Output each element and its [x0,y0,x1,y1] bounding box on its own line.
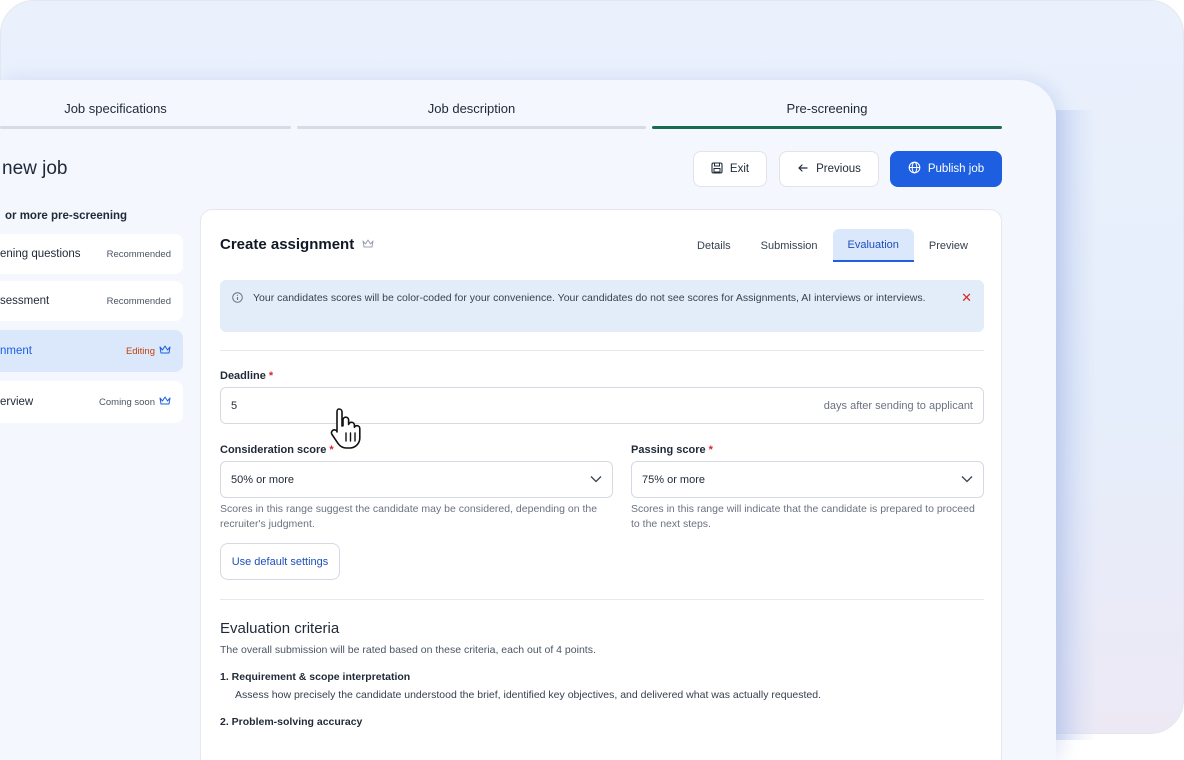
notice-text: Your candidates scores will be color-cod… [253,292,926,304]
passing-score-label: Passing score * [631,444,713,456]
publish-label: Publish job [927,163,985,175]
previous-label: Previous [816,163,861,175]
chevron-down-icon [590,474,602,486]
info-notice: Your candidates scores will be color-cod… [220,280,984,332]
step-label: Job specifications [64,101,167,116]
passing-label-text: Passing score [631,444,706,456]
deadline-label: Deadline * [220,370,273,382]
sidebar-item-label: nment [0,345,32,357]
use-default-settings-button[interactable]: Use default settings [220,543,340,580]
evaluation-criteria-subtitle: The overall submission will be rated bas… [220,644,596,656]
criterion-title: 1. Requirement & scope interpretation [220,671,411,683]
sidebar-heading: or more pre-screening [5,210,128,222]
save-icon [711,161,723,177]
consideration-label-text: Consideration score [220,444,327,456]
app-window: Job specifications Job description Pre-s… [0,80,1056,760]
coming-soon-label: Coming soon [99,396,155,408]
crown-icon [159,396,171,409]
info-icon [232,292,243,308]
crown-icon [159,345,171,358]
crown-icon [362,236,374,253]
card-title: Create assignment [220,236,374,253]
required-mark: * [708,444,713,456]
consideration-help: Scores in this range suggest the candida… [220,503,598,530]
step-label: Pre-screening [786,101,868,116]
arrow-left-icon [797,162,809,177]
chevron-down-icon [961,474,973,486]
sidebar-item-label: erview [0,396,34,408]
previous-button[interactable]: Previous [779,151,879,187]
step-progress-bar [652,126,1002,129]
exit-label: Exit [729,163,750,175]
divider [220,350,984,351]
globe-icon [908,161,921,177]
passing-help: Scores in this range will indicate that … [631,503,975,530]
deadline-label-text: Deadline [220,370,266,382]
required-mark: * [268,370,274,382]
recommended-tag: Recommended [106,248,171,260]
criterion-title: 2. Problem-solving accuracy [220,716,363,728]
editing-tag: Editing [126,345,171,358]
step-progress-bar [297,126,646,129]
exit-button[interactable]: Exit [693,151,767,187]
window-shadow [1056,110,1096,740]
consideration-score-select[interactable]: 50% or more [220,461,613,498]
assignment-tabs: Details Submission Evaluation Preview [682,229,983,262]
card-title-text: Create assignment [220,236,355,253]
create-assignment-card: Create assignment Details Submission Eva… [200,209,1002,760]
hand-pointer-icon [329,405,371,456]
sidebar-item-interview[interactable]: erview Coming soon [0,381,183,423]
publish-job-button[interactable]: Publish job [890,151,1002,187]
recommended-tag: Recommended [106,295,171,307]
tab-submission[interactable]: Submission [746,229,833,262]
sidebar-item-screening-questions[interactable]: ening questions Recommended [0,234,183,274]
close-icon[interactable]: ✕ [961,290,972,305]
step-pre-screening[interactable]: Pre-screening [652,80,1002,132]
step-job-description[interactable]: Job description [297,80,646,132]
step-job-specifications[interactable]: Job specifications [0,80,291,132]
deadline-suffix: days after sending to applicant [823,399,973,412]
passing-value: 75% or more [642,473,705,486]
tab-details[interactable]: Details [682,229,746,262]
step-progress-bar [0,126,291,129]
sidebar-item-assignment[interactable]: nment Editing [0,330,183,372]
tab-preview[interactable]: Preview [914,229,983,262]
evaluation-criteria-title: Evaluation criteria [220,620,340,637]
deadline-value: 5 [231,399,238,412]
page-title: new job [2,158,68,179]
coming-soon-tag: Coming soon [99,396,171,409]
sidebar-item-assessment[interactable]: sessment Recommended [0,281,183,321]
consideration-value: 50% or more [231,473,294,486]
editing-tag-label: Editing [125,345,155,357]
passing-score-select[interactable]: 75% or more [631,461,984,498]
tab-evaluation[interactable]: Evaluation [832,229,914,262]
consideration-score-label: Consideration score * [220,444,334,456]
step-label: Job description [427,101,516,116]
sidebar-item-label: sessment [0,295,50,307]
sidebar-item-label: ening questions [0,248,81,260]
divider [220,599,984,600]
criterion-description: Assess how precisely the candidate under… [235,689,822,701]
